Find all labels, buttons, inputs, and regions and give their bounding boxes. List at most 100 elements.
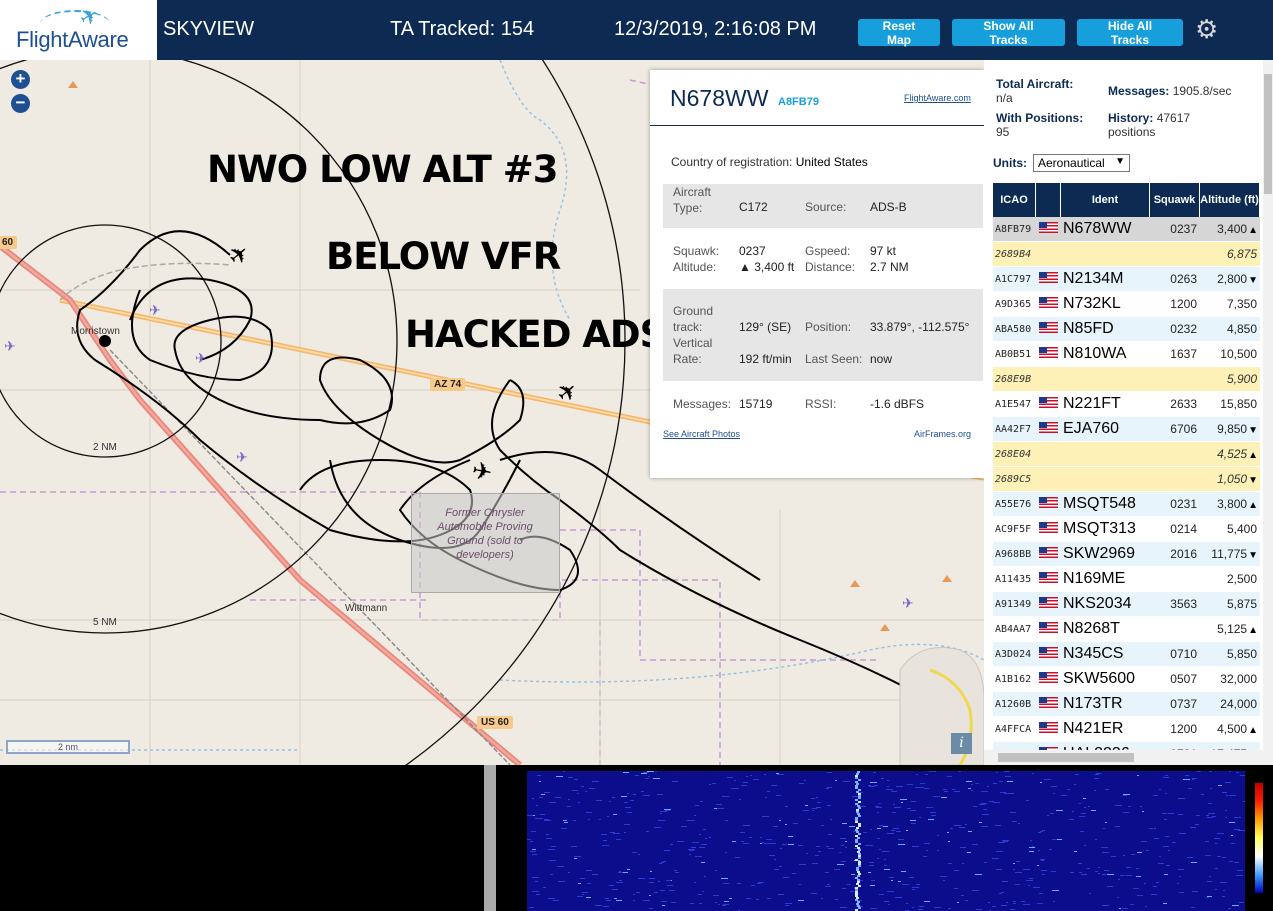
table-row[interactable]: ABA580 N85FD 0232 4,850 bbox=[993, 317, 1260, 342]
table-row[interactable]: A4FFCA N421ER 1200 4,500▲ bbox=[993, 717, 1260, 742]
us-flag-icon bbox=[1039, 572, 1058, 583]
sidebar-horizontal-scrollbar[interactable] bbox=[984, 750, 1263, 765]
us-flag-icon bbox=[1039, 422, 1058, 433]
cell-ident: N345CS bbox=[1063, 645, 1124, 662]
datetime: 12/3/2019, 2:16:08 PM bbox=[614, 18, 817, 40]
with-positions-stat: With Positions: 95 bbox=[996, 111, 1083, 139]
gear-icon[interactable]: ⚙ bbox=[1195, 14, 1218, 45]
with-positions-value: 95 bbox=[996, 125, 1010, 139]
flightaware-link[interactable]: FlightAware.com bbox=[904, 93, 971, 103]
table-row[interactable]: 268E04 4,525▲ bbox=[993, 442, 1260, 467]
table-row[interactable]: A55E76 MSQT548 0231 3,800▲ bbox=[993, 492, 1260, 517]
squawk-value: 0237 bbox=[739, 244, 766, 258]
small-aircraft-icon: ✈ bbox=[149, 302, 161, 318]
cell-ident: SKW5600 bbox=[1063, 670, 1136, 687]
country-value: United States bbox=[795, 155, 868, 169]
scroll-thumb[interactable] bbox=[998, 753, 1134, 762]
country-label: Country of registration: bbox=[671, 155, 793, 169]
vertical-trend-icon: ▲ bbox=[1248, 500, 1258, 511]
total-aircraft-value: n/a bbox=[996, 91, 1013, 105]
table-row[interactable]: 2689B4 6,875 bbox=[993, 242, 1260, 267]
table-row[interactable]: AA42F7 EJA760 6706 9,850▼ bbox=[993, 417, 1260, 442]
messages-value: 15719 bbox=[739, 397, 773, 411]
flightaware-logo[interactable]: ✈ FlightAware bbox=[0, 0, 157, 60]
table-row[interactable]: A91349 NKS2034 3563 5,875 bbox=[993, 592, 1260, 617]
aircraft-icon[interactable]: ✈ bbox=[223, 239, 256, 273]
town-label-wittmann: Wittmann bbox=[345, 603, 388, 614]
hide-all-tracks-button[interactable]: Hide All Tracks bbox=[1077, 19, 1183, 47]
info-button[interactable]: i bbox=[951, 733, 972, 754]
ring-label-5nm: 5 NM bbox=[93, 617, 117, 628]
last-seen-value: now bbox=[870, 352, 893, 366]
cell-altitude: 2,800▼ bbox=[1200, 272, 1260, 286]
table-row[interactable]: A1260B N173TR 0737 24,000 bbox=[993, 692, 1260, 717]
cell-altitude: 5,900 bbox=[1200, 372, 1260, 386]
cell-flag bbox=[1036, 320, 1061, 338]
map-scale-bar: 2 nm bbox=[6, 740, 130, 754]
zoom-out-button[interactable]: − bbox=[11, 94, 30, 113]
squawk-label: Squawk: bbox=[673, 244, 720, 258]
selected-aircraft-icon[interactable]: ✈ bbox=[470, 457, 494, 487]
table-row[interactable]: AB0B51 N810WA 1637 10,500 bbox=[993, 342, 1260, 367]
top-header: ✈ FlightAware SKYVIEW TA Tracked: 154 12… bbox=[0, 0, 1273, 60]
cell-ident: EJA760 bbox=[1063, 420, 1120, 437]
cell-flag bbox=[1036, 620, 1061, 638]
units-select[interactable]: Aeronautical ▼ bbox=[1033, 154, 1130, 172]
cell-squawk: 0232 bbox=[1170, 322, 1197, 336]
gspeed-label: Gspeed: bbox=[805, 244, 851, 258]
cell-altitude: 11,775▼ bbox=[1200, 547, 1260, 561]
reset-map-button[interactable]: Reset Map bbox=[858, 19, 940, 47]
cell-ident: N421ER bbox=[1063, 720, 1124, 737]
cell-ident: MSQT313 bbox=[1063, 520, 1136, 537]
altitude-value: 4,525 bbox=[1217, 447, 1248, 461]
show-all-tracks-button[interactable]: Show All Tracks bbox=[952, 19, 1065, 47]
table-row[interactable]: A11435 N169ME 2,500 bbox=[993, 567, 1260, 592]
table-row[interactable]: A9D365 N732KL 1200 7,350 bbox=[993, 292, 1260, 317]
table-row[interactable]: AC9F5F MSQT313 0214 5,400 bbox=[993, 517, 1260, 542]
table-row[interactable]: 2689C5 1,050▼ bbox=[993, 467, 1260, 492]
cell-ident: SKW2969 bbox=[1063, 545, 1136, 562]
zoom-in-button[interactable]: + bbox=[11, 70, 30, 89]
table-row[interactable]: 268E9B 5,900 bbox=[993, 367, 1260, 392]
table-row[interactable]: A8FB79 N678WW 0237 3,400▲ bbox=[993, 217, 1260, 242]
table-row[interactable]: A1E547 N221FT 2633 15,850 bbox=[993, 392, 1260, 417]
scroll-thumb[interactable] bbox=[1264, 74, 1272, 194]
table-row[interactable]: AB4AA7 N8268T 5,125▲ bbox=[993, 617, 1260, 642]
cell-ident: N169ME bbox=[1063, 570, 1126, 587]
small-aircraft-icon: ✈ bbox=[236, 449, 248, 465]
cell-ident: N8268T bbox=[1063, 620, 1120, 637]
panel-divider[interactable] bbox=[484, 765, 496, 911]
table-row[interactable]: A1B162 SKW5600 0507 32,000 bbox=[993, 667, 1260, 692]
table-row[interactable]: A1C797 N2134M 0263 2,800▼ bbox=[993, 267, 1260, 292]
airframes-link[interactable]: AirFrames.org bbox=[914, 429, 971, 439]
ring-label-2nm: 2 NM bbox=[93, 442, 117, 453]
col-squawk[interactable]: Squawk bbox=[1150, 183, 1200, 217]
cell-ident: N85FD bbox=[1063, 320, 1114, 337]
aircraft-photos-link[interactable]: See Aircraft Photos bbox=[663, 429, 740, 439]
us-flag-icon bbox=[1039, 597, 1058, 608]
popup-block-squawk: Squawk: 0237 Gspeed: 97 kt Altitude: ▲ 3… bbox=[663, 240, 983, 282]
col-icao[interactable]: ICAO bbox=[993, 183, 1036, 217]
col-ident[interactable]: Ident bbox=[1061, 183, 1150, 217]
cell-icao: A11435 bbox=[995, 573, 1032, 585]
cell-icao: A91349 bbox=[995, 598, 1032, 610]
cell-flag bbox=[1036, 595, 1061, 613]
cell-squawk: 1200 bbox=[1170, 722, 1197, 736]
col-flag[interactable] bbox=[1036, 183, 1061, 217]
history-label: History: bbox=[1108, 111, 1154, 125]
distance-label: Distance: bbox=[805, 260, 856, 274]
cell-ident: N2134M bbox=[1063, 270, 1124, 287]
cell-squawk: 1200 bbox=[1170, 297, 1197, 311]
messages-rate-value: 1905.8/sec bbox=[1172, 84, 1232, 98]
messages-stat: Messages: 1905.8/sec bbox=[1108, 84, 1231, 98]
cell-squawk: 0237 bbox=[1170, 222, 1197, 236]
cell-flag bbox=[1036, 520, 1061, 538]
cell-ident: N732KL bbox=[1063, 295, 1121, 312]
table-row[interactable]: A968BB SKW2969 2016 11,775▼ bbox=[993, 542, 1260, 567]
total-aircraft-label: Total Aircraft: bbox=[996, 77, 1074, 91]
col-altitude[interactable]: Altitude (ft) bbox=[1200, 183, 1260, 217]
cell-icao: AA42F7 bbox=[995, 423, 1032, 435]
table-row[interactable]: A3D024 N345CS 0710 5,850 bbox=[993, 642, 1260, 667]
sidebar-vertical-scrollbar[interactable] bbox=[1263, 60, 1273, 765]
cell-icao: A4FFCA bbox=[995, 723, 1032, 735]
